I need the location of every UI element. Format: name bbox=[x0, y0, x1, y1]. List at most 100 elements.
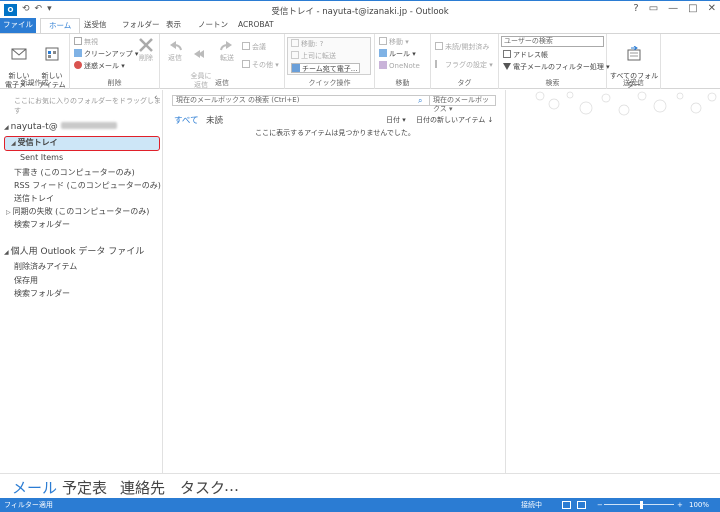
window-title: 受信トレイ - nayuta-t@izanaki.jp - Outlook bbox=[271, 7, 449, 17]
zoom-slider-track[interactable] bbox=[604, 504, 674, 505]
folder-inbox[interactable]: ◢ 受信トレイ bbox=[4, 136, 160, 151]
nav-people[interactable]: 連絡先 bbox=[120, 477, 165, 498]
folder-sync-issues[interactable]: ▷ 同期の失敗 (このコンピューターのみ) bbox=[6, 206, 149, 217]
quickstep-to-manager[interactable]: 上司に転送 bbox=[291, 51, 336, 61]
ribbon-display-icon[interactable]: ▭ bbox=[649, 3, 658, 14]
sort-by-dropdown[interactable]: 日付 ▾ bbox=[386, 115, 406, 125]
delete-button[interactable]: 削除 bbox=[134, 37, 158, 63]
junk-button[interactable]: 迷惑メール ▾ bbox=[74, 61, 125, 71]
quickstep-team-email[interactable]: チーム宛て電子... bbox=[291, 63, 361, 73]
collapse-triangle-icon: ◢ bbox=[4, 249, 9, 256]
funnel-icon bbox=[503, 63, 511, 70]
folder-inbox-label: 受信トレイ bbox=[17, 138, 58, 147]
folder-rss[interactable]: RSS フィード (このコンピューターのみ) bbox=[14, 180, 161, 191]
folder-search-folders[interactable]: 検索フォルダー bbox=[14, 219, 70, 230]
filter-unread[interactable]: 未読 bbox=[206, 114, 223, 126]
folder-icon bbox=[291, 39, 299, 47]
mailbox-search-input[interactable]: 現在のメールボックス の検索 (Ctrl+E) ⌕ 現在のメールボックス ▾ bbox=[172, 95, 496, 113]
onenote-button[interactable]: OneNote bbox=[379, 61, 420, 71]
tab-send-receive[interactable]: 送受信 bbox=[76, 18, 115, 33]
status-bar: フィルター適用 接続中 − + 100% bbox=[0, 498, 720, 512]
ignore-button[interactable]: 無視 bbox=[74, 37, 98, 47]
folder-outbox[interactable]: 送信トレイ bbox=[14, 193, 54, 204]
reading-view-icon[interactable] bbox=[577, 501, 586, 509]
rules-label: ルール bbox=[389, 50, 410, 58]
group-tags-label: タグ bbox=[457, 79, 472, 87]
zoom-level[interactable]: 100% bbox=[689, 498, 709, 512]
zoom-in-button[interactable]: + bbox=[677, 498, 683, 512]
meeting-button[interactable]: 会議 bbox=[242, 42, 266, 52]
group-move-label: 移動 bbox=[395, 79, 410, 87]
send-receive-all-icon bbox=[627, 46, 641, 61]
collapse-folder-pane-icon[interactable]: ‹ bbox=[154, 93, 158, 103]
help-icon[interactable]: ? bbox=[633, 3, 638, 14]
reply-button[interactable]: 返信 bbox=[164, 37, 186, 63]
empty-list-message: ここに表示するアイテムは見つかりませんでした。 bbox=[255, 129, 415, 137]
folder-search-folders-2[interactable]: 検索フォルダー bbox=[14, 288, 70, 299]
followup-button[interactable]: フラグの設定 ▾ bbox=[435, 60, 493, 70]
folder-deleted-items[interactable]: 削除済みアイテム bbox=[14, 261, 77, 272]
team-icon bbox=[292, 64, 300, 72]
ribbon: 新しい 電子メール 新しい アイテム 新規作成 無視 クリーンアップ ▾ 迷惑メ… bbox=[0, 33, 720, 98]
envelope-icon bbox=[435, 42, 443, 50]
sort-order-toggle[interactable]: 日付の新しいアイテム ↓ bbox=[416, 115, 493, 125]
account-header-1[interactable]: ◢ nayuta-t@ bbox=[4, 122, 117, 132]
filter-email-label: 電子メールのフィルター処理 bbox=[513, 63, 604, 71]
ignore-icon bbox=[74, 37, 82, 45]
tab-view[interactable]: 表示 bbox=[158, 18, 189, 33]
delete-x-icon bbox=[139, 38, 153, 52]
quickstep-team-email-label: チーム宛て電子... bbox=[302, 65, 358, 73]
ribbon-tabs: ファイル ホーム 送受信 フォルダー 表示 ノートン ACROBAT bbox=[0, 18, 720, 33]
group-new-label: 新規作成 bbox=[20, 79, 49, 87]
group-send-receive-label: 送受信 bbox=[623, 79, 644, 87]
nav-more[interactable]: … bbox=[224, 477, 239, 495]
nav-mail[interactable]: メール bbox=[12, 477, 57, 498]
collapse-triangle-icon: ◢ bbox=[11, 140, 16, 147]
account-header-2[interactable]: ◢ 個人用 Outlook データ ファイル bbox=[4, 244, 144, 257]
followup-label: フラグの設定 bbox=[445, 61, 487, 69]
search-icon[interactable]: ⌕ bbox=[418, 96, 422, 105]
connection-status: 接続中 bbox=[521, 501, 542, 509]
quick-steps-gallery[interactable]: 移動: ? 上司に転送 チーム宛て電子... bbox=[287, 37, 371, 75]
reply-all-icon bbox=[194, 50, 204, 58]
nav-tasks[interactable]: タスク bbox=[180, 477, 225, 498]
nav-calendar[interactable]: 予定表 bbox=[62, 477, 107, 498]
unread-read-button[interactable]: 未読/開封済み bbox=[435, 42, 489, 52]
close-icon[interactable]: ✕ bbox=[708, 3, 716, 14]
tab-home[interactable]: ホーム bbox=[40, 18, 81, 33]
move-button[interactable]: 移動 ▾ bbox=[379, 37, 409, 47]
filter-email-button[interactable]: 電子メールのフィルター処理 ▾ bbox=[503, 62, 610, 72]
folder-drafts[interactable]: 下書き (このコンピューターのみ) bbox=[14, 167, 135, 178]
folder-sent-items[interactable]: Sent Items bbox=[20, 153, 63, 162]
group-delete: 無視 クリーンアップ ▾ 迷惑メール ▾ 削除 削除 bbox=[70, 34, 160, 89]
more-respond-button[interactable]: その他 ▾ bbox=[242, 60, 279, 70]
minimize-icon[interactable]: — bbox=[668, 3, 678, 14]
filter-all[interactable]: すべて bbox=[174, 114, 199, 126]
cleanup-icon bbox=[74, 49, 82, 57]
search-scope-dropdown[interactable]: 現在のメールボックス ▾ bbox=[429, 96, 495, 113]
rules-button[interactable]: ルール ▾ bbox=[379, 49, 416, 59]
group-find: ユーザーの検索 アドレス帳 電子メールのフィルター処理 ▾ 検索 bbox=[499, 34, 610, 89]
search-people-input[interactable]: ユーザーの検索 bbox=[501, 36, 604, 47]
forward-button[interactable]: 転送 bbox=[216, 37, 238, 63]
zoom-slider-thumb[interactable] bbox=[640, 501, 643, 509]
quickstep-move-to[interactable]: 移動: ? bbox=[291, 39, 323, 49]
folder-archive[interactable]: 保存用 bbox=[14, 275, 38, 286]
group-respond: 返信 全員に 返信 転送 会議 その他 ▾ 返信 bbox=[160, 34, 285, 89]
group-tags: 未読/開封済み フラグの設定 ▾ タグ bbox=[431, 34, 499, 89]
normal-view-icon[interactable] bbox=[562, 501, 571, 509]
forward-mail-icon bbox=[291, 51, 299, 59]
account-name-2: 個人用 Outlook データ ファイル bbox=[10, 247, 145, 257]
window-controls: ? ▭ — □ ✕ bbox=[633, 3, 716, 14]
group-send-receive: すべてのフォルダー を送受信 送受信 bbox=[607, 34, 661, 98]
tab-acrobat[interactable]: ACROBAT bbox=[230, 18, 282, 33]
maximize-icon[interactable]: □ bbox=[688, 3, 697, 14]
title-bar: O ⟲ ↶ ▾ 受信トレイ - nayuta-t@izanaki.jp - Ou… bbox=[0, 0, 720, 18]
favorites-hint[interactable]: ここにお気に入りのフォルダーをドラッグします bbox=[14, 96, 162, 116]
flag-icon bbox=[435, 60, 443, 68]
cleanup-button[interactable]: クリーンアップ ▾ bbox=[74, 49, 138, 59]
more-icon bbox=[242, 60, 250, 68]
tab-file[interactable]: ファイル bbox=[0, 18, 36, 33]
zoom-out-button[interactable]: − bbox=[597, 498, 603, 512]
address-book-button[interactable]: アドレス帳 bbox=[503, 50, 548, 60]
